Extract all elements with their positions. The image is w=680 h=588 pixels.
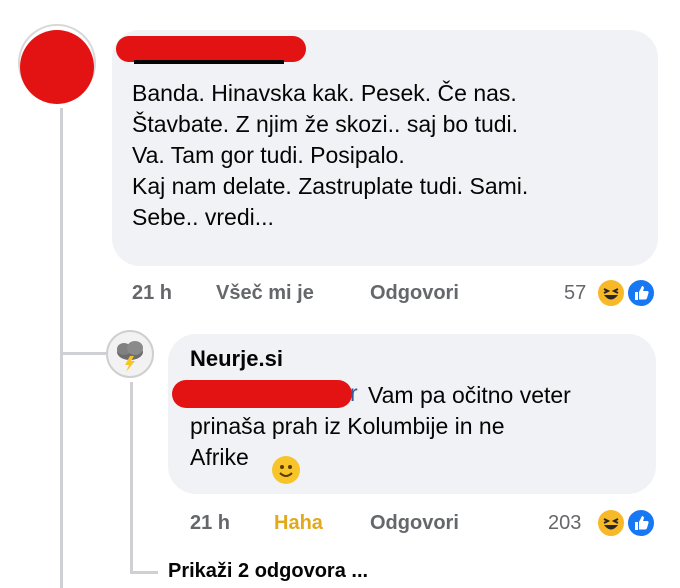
like-button[interactable]: Všeč mi je bbox=[216, 282, 314, 305]
reply-text-rest: prinaša prah iz Kolumbije in ne Afrike bbox=[190, 413, 505, 470]
reply-timestamp[interactable]: 21 h bbox=[190, 512, 230, 535]
storm-cloud-icon bbox=[117, 341, 143, 372]
show-more-replies-link[interactable]: Prikaži 2 odgovora ... bbox=[168, 560, 368, 583]
avatar[interactable] bbox=[20, 30, 94, 104]
thread-connector bbox=[60, 352, 110, 355]
reply-thread-line bbox=[130, 382, 133, 574]
comment-text: Banda. Hinavska kak. Pesek. Če nas. Štav… bbox=[132, 80, 529, 230]
mention-tail[interactable]: r bbox=[350, 380, 358, 407]
author-name-redacted[interactable] bbox=[116, 36, 306, 62]
thread-line bbox=[60, 108, 63, 588]
mention-redacted[interactable] bbox=[172, 380, 352, 408]
haha-icon bbox=[596, 278, 626, 308]
reaction-count[interactable]: 57 bbox=[564, 282, 586, 305]
haha-icon-glyph bbox=[603, 288, 619, 300]
haha-icon bbox=[596, 508, 626, 538]
comment-timestamp[interactable]: 21 h bbox=[132, 282, 172, 305]
reply-button[interactable]: Odgovori bbox=[370, 282, 459, 305]
like-icon bbox=[626, 278, 656, 308]
reply-author-name[interactable]: Neurje.si bbox=[190, 346, 283, 372]
haha-reaction-button[interactable]: Haha bbox=[274, 512, 323, 535]
reply-text-line1: Vam pa očitno veter bbox=[368, 382, 571, 408]
author-name-remnant bbox=[134, 60, 284, 64]
reply-thread-connector bbox=[130, 571, 158, 574]
haha-icon-glyph bbox=[603, 518, 619, 530]
smiley-emoji bbox=[272, 456, 300, 484]
like-icon bbox=[626, 508, 656, 538]
reply-reply-button[interactable]: Odgovori bbox=[370, 512, 459, 535]
like-icon-glyph bbox=[635, 516, 649, 530]
reply-avatar[interactable] bbox=[106, 330, 154, 378]
like-icon-glyph bbox=[635, 286, 649, 300]
smiley-face-icon bbox=[279, 465, 293, 477]
reply-reaction-count[interactable]: 203 bbox=[548, 512, 581, 535]
